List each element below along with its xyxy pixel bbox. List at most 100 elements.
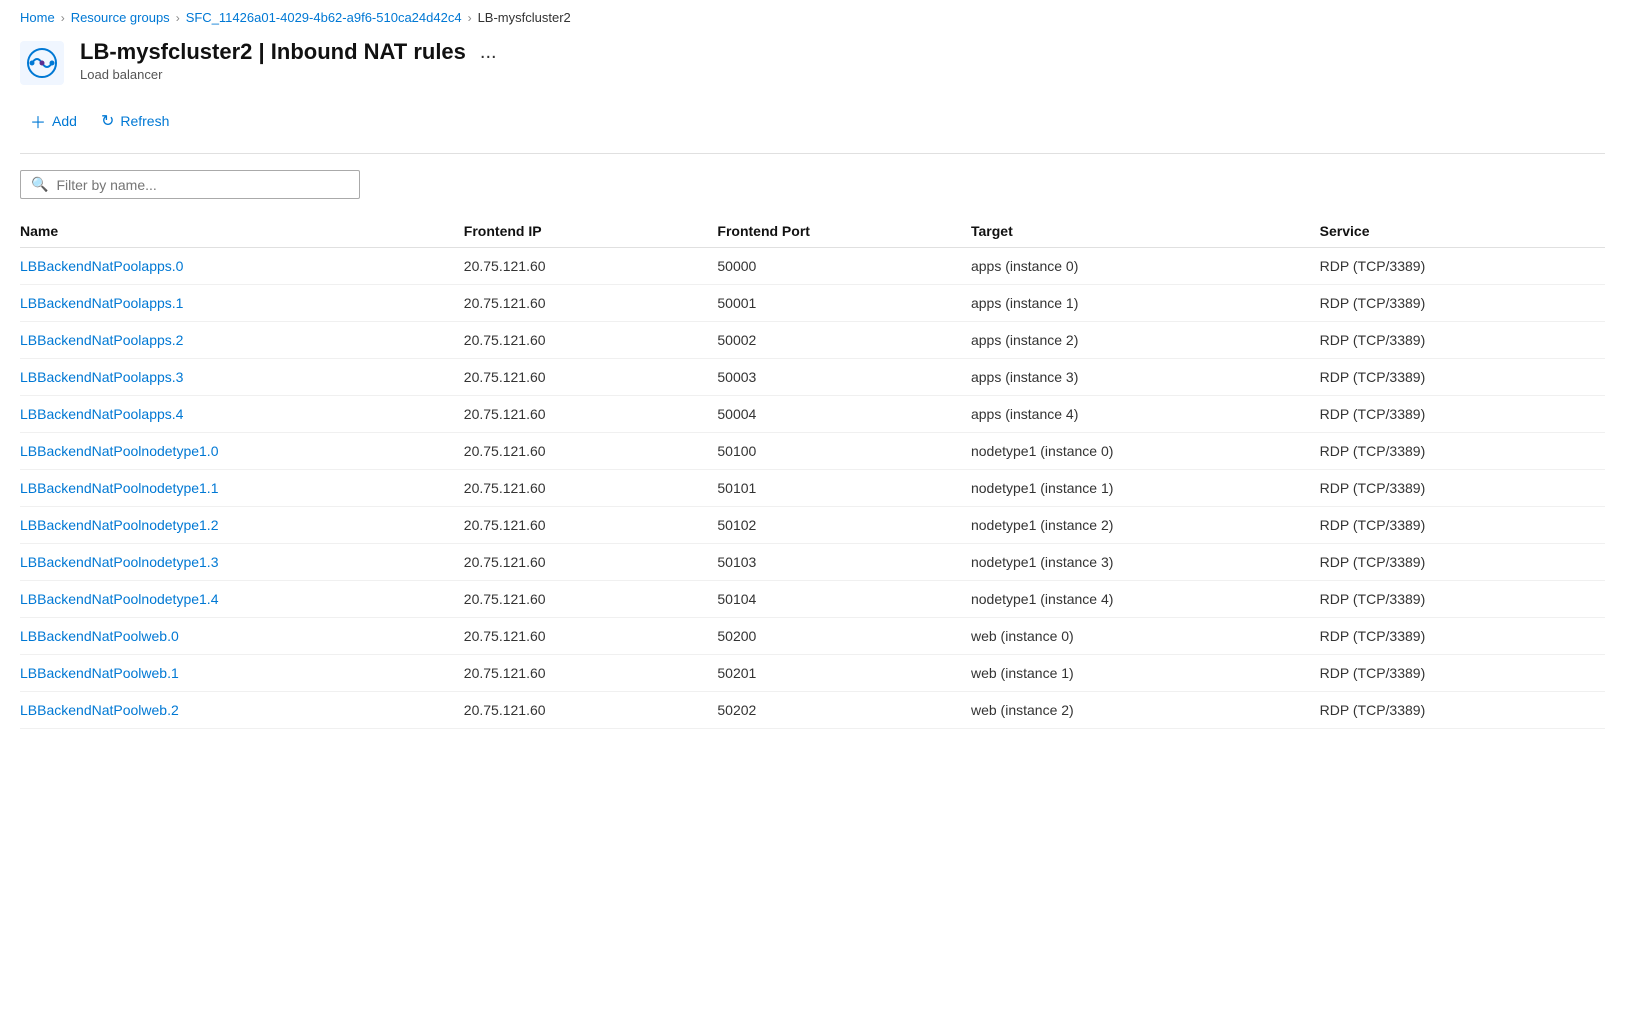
nat-rule-link-5[interactable]: LBBackendNatPoolnodetype1.0 bbox=[20, 443, 218, 459]
cell-name-5: LBBackendNatPoolnodetype1.0 bbox=[20, 433, 464, 470]
cell-target-12: web (instance 2) bbox=[971, 692, 1320, 729]
breadcrumb-resource-groups[interactable]: Resource groups bbox=[71, 10, 170, 25]
cell-frontend-port-11: 50201 bbox=[717, 655, 971, 692]
nat-rule-link-3[interactable]: LBBackendNatPoolapps.3 bbox=[20, 369, 183, 385]
cell-frontend-ip-8: 20.75.121.60 bbox=[464, 544, 718, 581]
cell-target-8: nodetype1 (instance 3) bbox=[971, 544, 1320, 581]
breadcrumb-current: LB-mysfcluster2 bbox=[478, 10, 571, 25]
nat-rule-link-10[interactable]: LBBackendNatPoolweb.0 bbox=[20, 628, 179, 644]
cell-frontend-ip-5: 20.75.121.60 bbox=[464, 433, 718, 470]
table-row: LBBackendNatPoolnodetype1.0 20.75.121.60… bbox=[20, 433, 1605, 470]
cell-service-10: RDP (TCP/3389) bbox=[1320, 618, 1605, 655]
cell-frontend-ip-4: 20.75.121.60 bbox=[464, 396, 718, 433]
cell-frontend-ip-11: 20.75.121.60 bbox=[464, 655, 718, 692]
cell-service-6: RDP (TCP/3389) bbox=[1320, 470, 1605, 507]
table-row: LBBackendNatPoolweb.2 20.75.121.60 50202… bbox=[20, 692, 1605, 729]
cell-name-2: LBBackendNatPoolapps.2 bbox=[20, 322, 464, 359]
cell-name-11: LBBackendNatPoolweb.1 bbox=[20, 655, 464, 692]
table-row: LBBackendNatPoolapps.4 20.75.121.60 5000… bbox=[20, 396, 1605, 433]
ellipsis-button[interactable]: ... bbox=[476, 42, 501, 62]
cell-frontend-port-9: 50104 bbox=[717, 581, 971, 618]
cell-frontend-ip-10: 20.75.121.60 bbox=[464, 618, 718, 655]
nat-rule-link-8[interactable]: LBBackendNatPoolnodetype1.3 bbox=[20, 554, 218, 570]
header-text: LB-mysfcluster2 | Inbound NAT rules ... … bbox=[80, 39, 501, 82]
search-icon: 🔍 bbox=[31, 176, 48, 193]
nat-rule-link-11[interactable]: LBBackendNatPoolweb.1 bbox=[20, 665, 179, 681]
table-row: LBBackendNatPoolapps.1 20.75.121.60 5000… bbox=[20, 285, 1605, 322]
nat-rule-link-1[interactable]: LBBackendNatPoolapps.1 bbox=[20, 295, 183, 311]
page-title-text: LB-mysfcluster2 | Inbound NAT rules bbox=[80, 39, 466, 65]
cell-target-2: apps (instance 2) bbox=[971, 322, 1320, 359]
cell-service-11: RDP (TCP/3389) bbox=[1320, 655, 1605, 692]
breadcrumb-sep-1: › bbox=[61, 11, 65, 25]
table-row: LBBackendNatPoolnodetype1.4 20.75.121.60… bbox=[20, 581, 1605, 618]
table-header: Name Frontend IP Frontend Port Target Se… bbox=[20, 215, 1605, 248]
cell-target-0: apps (instance 0) bbox=[971, 248, 1320, 285]
col-header-name: Name bbox=[20, 215, 464, 248]
cell-frontend-port-6: 50101 bbox=[717, 470, 971, 507]
cell-frontend-port-8: 50103 bbox=[717, 544, 971, 581]
col-header-frontend-port: Frontend Port bbox=[717, 215, 971, 248]
col-header-service: Service bbox=[1320, 215, 1605, 248]
cell-frontend-ip-3: 20.75.121.60 bbox=[464, 359, 718, 396]
cell-service-7: RDP (TCP/3389) bbox=[1320, 507, 1605, 544]
add-button[interactable]: ＋ Add bbox=[20, 103, 87, 139]
nat-rule-link-7[interactable]: LBBackendNatPoolnodetype1.2 bbox=[20, 517, 218, 533]
cell-target-7: nodetype1 (instance 2) bbox=[971, 507, 1320, 544]
cell-name-3: LBBackendNatPoolapps.3 bbox=[20, 359, 464, 396]
cell-target-1: apps (instance 1) bbox=[971, 285, 1320, 322]
cell-frontend-ip-2: 20.75.121.60 bbox=[464, 322, 718, 359]
cell-frontend-ip-12: 20.75.121.60 bbox=[464, 692, 718, 729]
cell-name-12: LBBackendNatPoolweb.2 bbox=[20, 692, 464, 729]
col-header-target: Target bbox=[971, 215, 1320, 248]
refresh-icon: ↻ bbox=[101, 111, 114, 131]
breadcrumb-home[interactable]: Home bbox=[20, 10, 55, 25]
table-row: LBBackendNatPoolapps.2 20.75.121.60 5000… bbox=[20, 322, 1605, 359]
table-body: LBBackendNatPoolapps.0 20.75.121.60 5000… bbox=[20, 248, 1605, 729]
table-row: LBBackendNatPoolweb.1 20.75.121.60 50201… bbox=[20, 655, 1605, 692]
table-row: LBBackendNatPoolnodetype1.2 20.75.121.60… bbox=[20, 507, 1605, 544]
page-subtitle: Load balancer bbox=[80, 67, 501, 82]
cell-service-0: RDP (TCP/3389) bbox=[1320, 248, 1605, 285]
cell-target-10: web (instance 0) bbox=[971, 618, 1320, 655]
cell-name-4: LBBackendNatPoolapps.4 bbox=[20, 396, 464, 433]
breadcrumb-sep-2: › bbox=[176, 11, 180, 25]
nat-rule-link-2[interactable]: LBBackendNatPoolapps.2 bbox=[20, 332, 183, 348]
cell-name-8: LBBackendNatPoolnodetype1.3 bbox=[20, 544, 464, 581]
breadcrumb: Home › Resource groups › SFC_11426a01-40… bbox=[0, 0, 1625, 31]
cell-target-11: web (instance 1) bbox=[971, 655, 1320, 692]
filter-input[interactable] bbox=[56, 177, 349, 193]
cell-frontend-port-4: 50004 bbox=[717, 396, 971, 433]
cell-frontend-port-0: 50000 bbox=[717, 248, 971, 285]
cell-target-3: apps (instance 3) bbox=[971, 359, 1320, 396]
cell-service-4: RDP (TCP/3389) bbox=[1320, 396, 1605, 433]
content-area: 🔍 Name Frontend IP Frontend Port Target … bbox=[0, 154, 1625, 745]
add-icon: ＋ bbox=[30, 109, 46, 133]
add-label: Add bbox=[52, 113, 77, 129]
cell-service-12: RDP (TCP/3389) bbox=[1320, 692, 1605, 729]
cell-name-7: LBBackendNatPoolnodetype1.2 bbox=[20, 507, 464, 544]
filter-box: 🔍 bbox=[20, 170, 360, 199]
table-row: LBBackendNatPoolweb.0 20.75.121.60 50200… bbox=[20, 618, 1605, 655]
nat-rule-link-12[interactable]: LBBackendNatPoolweb.2 bbox=[20, 702, 179, 718]
cell-frontend-ip-7: 20.75.121.60 bbox=[464, 507, 718, 544]
nat-rule-link-0[interactable]: LBBackendNatPoolapps.0 bbox=[20, 258, 183, 274]
cell-frontend-port-10: 50200 bbox=[717, 618, 971, 655]
cell-service-2: RDP (TCP/3389) bbox=[1320, 322, 1605, 359]
refresh-button[interactable]: ↻ Refresh bbox=[91, 105, 179, 137]
nat-rule-link-4[interactable]: LBBackendNatPoolapps.4 bbox=[20, 406, 183, 422]
cell-service-8: RDP (TCP/3389) bbox=[1320, 544, 1605, 581]
table-row: LBBackendNatPoolapps.3 20.75.121.60 5000… bbox=[20, 359, 1605, 396]
breadcrumb-subscription[interactable]: SFC_11426a01-4029-4b62-a9f6-510ca24d42c4 bbox=[186, 10, 462, 25]
cell-frontend-port-7: 50102 bbox=[717, 507, 971, 544]
nat-rule-link-6[interactable]: LBBackendNatPoolnodetype1.1 bbox=[20, 480, 218, 496]
page-header: LB-mysfcluster2 | Inbound NAT rules ... … bbox=[0, 31, 1625, 97]
cell-frontend-ip-6: 20.75.121.60 bbox=[464, 470, 718, 507]
cell-frontend-port-1: 50001 bbox=[717, 285, 971, 322]
refresh-label: Refresh bbox=[120, 113, 169, 129]
table-row: LBBackendNatPoolnodetype1.3 20.75.121.60… bbox=[20, 544, 1605, 581]
cell-name-1: LBBackendNatPoolapps.1 bbox=[20, 285, 464, 322]
toolbar: ＋ Add ↻ Refresh bbox=[0, 97, 1625, 153]
nat-rule-link-9[interactable]: LBBackendNatPoolnodetype1.4 bbox=[20, 591, 218, 607]
cell-target-9: nodetype1 (instance 4) bbox=[971, 581, 1320, 618]
